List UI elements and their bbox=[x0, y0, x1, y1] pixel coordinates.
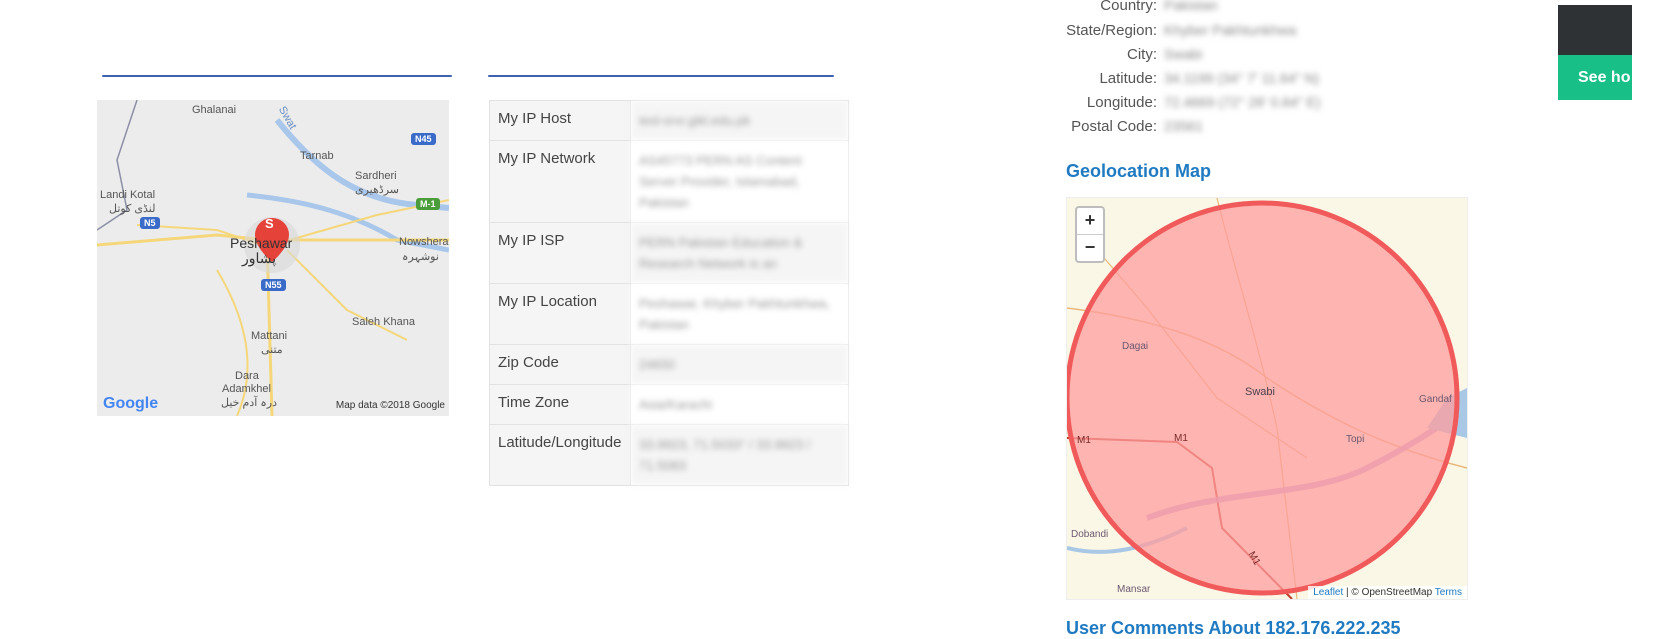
ad-image bbox=[1558, 5, 1632, 55]
table-row: Time Zone Asia/Karachi bbox=[489, 384, 849, 425]
info-value: 34.1199 (34° 7' 11.64" N) bbox=[1164, 70, 1320, 86]
geo-map-label: M1 bbox=[1174, 433, 1188, 444]
map-label: Nowshera bbox=[399, 236, 449, 248]
row-label: My IP ISP bbox=[489, 222, 631, 284]
info-label: Longitude: bbox=[1086, 94, 1157, 111]
geo-map-label: M1 bbox=[1077, 435, 1091, 446]
highway-shield: N55 bbox=[261, 279, 286, 291]
map-label: Mattani bbox=[251, 330, 288, 342]
info-label: Country: bbox=[1100, 0, 1157, 14]
info-value: 72.4669 (72° 28' 0.84" E) bbox=[1164, 94, 1321, 110]
row-value: Asia/Karachi bbox=[630, 384, 849, 425]
static-map[interactable]: Ghalanai Tarnab Sardheri سرڈھیری Landi K… bbox=[97, 100, 449, 416]
zoom-control: + − bbox=[1075, 206, 1105, 263]
info-value: 23561 bbox=[1164, 118, 1203, 134]
geo-map-label: Swabi bbox=[1245, 386, 1275, 398]
map-label: متنی bbox=[261, 344, 283, 356]
map-label: لنڈی کوتل bbox=[109, 203, 156, 215]
map-label: Dara bbox=[235, 370, 259, 382]
row-label: Zip Code bbox=[489, 344, 631, 385]
map-label: Landi Kotal bbox=[100, 189, 156, 201]
map-label: نوشہرہ bbox=[402, 251, 439, 263]
row-label: My IP Host bbox=[489, 100, 631, 141]
map-attribution: Map data ©2018 Google bbox=[335, 400, 445, 411]
info-label: Postal Code: bbox=[1071, 118, 1157, 135]
zoom-in-button[interactable]: + bbox=[1077, 208, 1103, 234]
row-label: Time Zone bbox=[489, 384, 631, 425]
geo-map-layer bbox=[1067, 198, 1467, 599]
row-value: AS45773 PERN AS Content Server Provider,… bbox=[630, 140, 849, 223]
row-value: 24650 bbox=[630, 344, 849, 385]
table-row: My IP ISP PERN Pakistan Education & Rese… bbox=[489, 222, 849, 284]
info-label: Latitude: bbox=[1099, 70, 1157, 87]
map-label: Ghalanai bbox=[192, 104, 237, 116]
table-row: Zip Code 24650 bbox=[489, 344, 849, 385]
info-label: State/Region: bbox=[1066, 22, 1157, 39]
map-label: Adamkhel bbox=[222, 383, 271, 395]
row-value: tesl-srvr.gikl.edu.pk bbox=[630, 100, 849, 141]
geolocation-map[interactable]: Dagai Swabi Gandaf Topi M1 M1 M1 Dobandi… bbox=[1066, 197, 1468, 600]
ad-banner[interactable]: See ho bbox=[1558, 5, 1632, 100]
table-row: My IP Host tesl-srvr.gikl.edu.pk bbox=[489, 100, 849, 141]
row-label: My IP Network bbox=[489, 140, 631, 223]
highway-shield: M-1 bbox=[416, 198, 440, 210]
geo-map-label: Gandaf bbox=[1419, 394, 1452, 405]
map-label: Saleh Khana bbox=[352, 316, 415, 328]
table-row: My IP Network AS45773 PERN AS Content Se… bbox=[489, 140, 849, 223]
map-label: Tarnab bbox=[300, 150, 334, 162]
ad-cta-button[interactable]: See ho bbox=[1558, 55, 1632, 100]
row-value: Peshawar, Khyber Pakhtunkhwa, Pakistan bbox=[630, 283, 849, 345]
row-value: 33.9923, 71.5033° / 33.9923 / 71.5083 bbox=[630, 424, 849, 486]
map-attribution: Leaflet | © OpenStreetMap Terms bbox=[1308, 586, 1467, 599]
google-logo: Google bbox=[103, 395, 159, 412]
table-row: Latitude/Longitude 33.9923, 71.5033° / 3… bbox=[489, 424, 849, 486]
row-label: My IP Location bbox=[489, 283, 631, 345]
info-value: Swabi bbox=[1164, 46, 1203, 62]
geo-map-label: Dobandi bbox=[1071, 529, 1109, 540]
zoom-out-button[interactable]: − bbox=[1077, 234, 1103, 261]
map-label: Sardheri bbox=[355, 170, 397, 182]
leaflet-link[interactable]: Leaflet bbox=[1313, 587, 1343, 598]
map-label: پشاور bbox=[242, 250, 277, 266]
table-row: My IP Location Peshawar, Khyber Pakhtunk… bbox=[489, 283, 849, 345]
row-value: PERN Pakistan Education & Research Netwo… bbox=[630, 222, 849, 284]
geo-map-label: Dagai bbox=[1122, 341, 1149, 352]
map-label: سرڈھیری bbox=[355, 184, 399, 196]
info-value: Pakistan bbox=[1164, 0, 1218, 13]
info-label: City: bbox=[1127, 46, 1157, 63]
info-value: Khyber Pakhtunkhwa bbox=[1164, 22, 1297, 38]
marker-letter: S bbox=[265, 216, 274, 231]
map-label: Peshawar bbox=[230, 235, 293, 251]
terms-link[interactable]: Terms bbox=[1435, 587, 1462, 598]
row-label: Latitude/Longitude bbox=[489, 424, 631, 486]
geo-map-label: Topi bbox=[1346, 434, 1365, 445]
map-label: درہ آدم خیل bbox=[221, 397, 277, 409]
accuracy-radius bbox=[1067, 200, 1460, 596]
highway-shield: N45 bbox=[411, 133, 436, 145]
osm-attribution-text: | © OpenStreetMap bbox=[1343, 587, 1435, 598]
geo-map-label: Mansar bbox=[1117, 584, 1151, 595]
section-rule-left bbox=[102, 75, 452, 77]
geolocation-map-title: Geolocation Map bbox=[1066, 161, 1212, 181]
ip-details-table: My IP Host tesl-srvr.gikl.edu.pk My IP N… bbox=[489, 100, 849, 486]
highway-shield: N5 bbox=[140, 217, 160, 229]
section-rule-middle bbox=[488, 75, 834, 77]
